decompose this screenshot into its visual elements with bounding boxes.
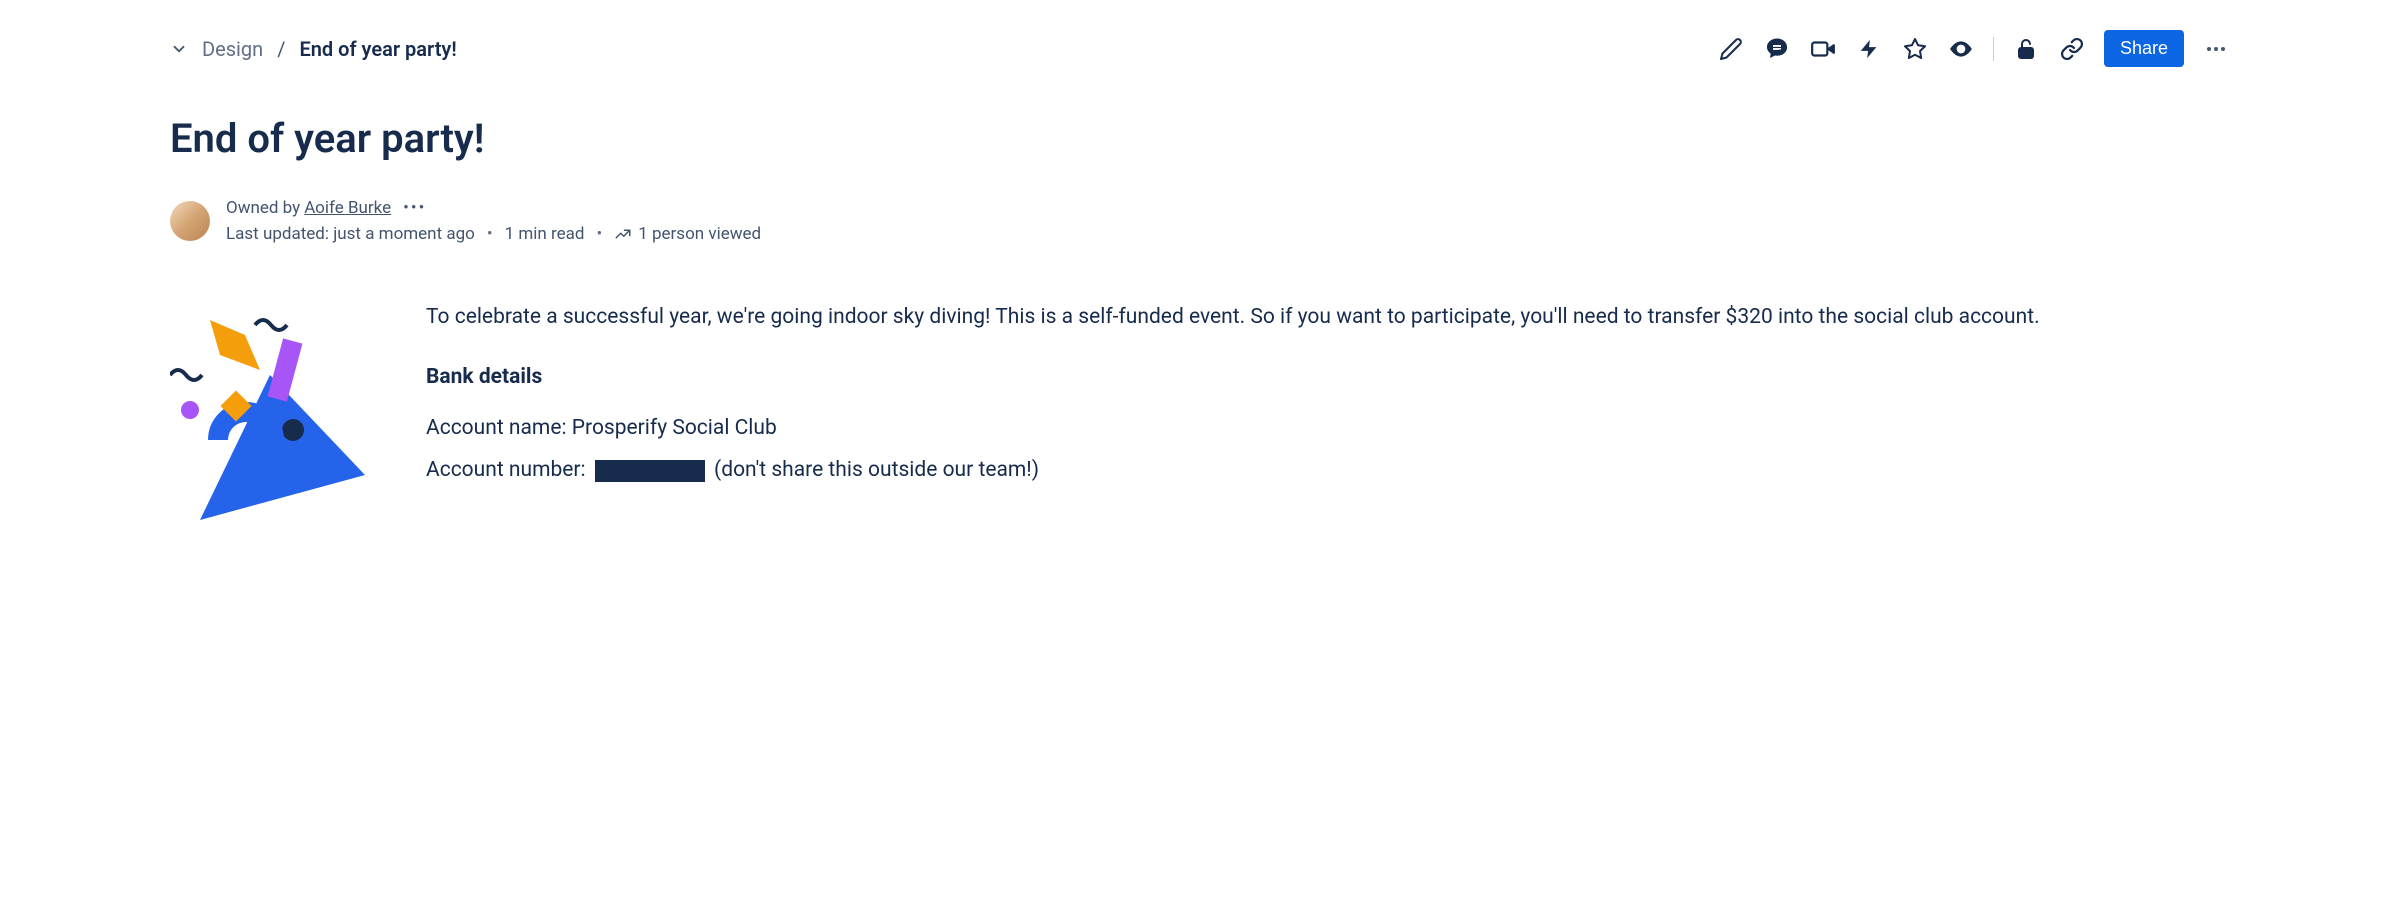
info-line: Last updated: just a moment ago • 1 min …	[226, 224, 761, 244]
page-body: To celebrate a successful year, we're go…	[426, 300, 2230, 495]
last-updated: Last updated: just a moment ago	[226, 224, 475, 244]
breadcrumb: Design / End of year party!	[170, 37, 457, 61]
top-bar: Design / End of year party! Share	[170, 30, 2230, 67]
comment-icon[interactable]	[1763, 35, 1791, 63]
views-text: 1 person viewed	[638, 224, 761, 244]
account-name-line: Account name: Prosperify Social Club	[426, 411, 2230, 447]
page-title: End of year party!	[170, 115, 2230, 162]
video-icon[interactable]	[1809, 35, 1837, 63]
bank-details-heading: Bank details	[426, 360, 2230, 396]
share-button[interactable]: Share	[2104, 30, 2184, 67]
owner-link[interactable]: Aoife Burke	[304, 198, 391, 218]
automation-icon[interactable]	[1855, 35, 1883, 63]
content-area: To celebrate a successful year, we're go…	[170, 300, 2230, 530]
separator-dot: •	[487, 224, 493, 244]
account-number-line: Account number: (don't share this outsid…	[426, 453, 2230, 489]
owned-by-prefix: Owned by	[226, 198, 300, 218]
account-name-value: Prosperify Social Club	[572, 416, 777, 440]
redacted-value	[595, 460, 705, 482]
breadcrumb-parent[interactable]: Design	[202, 37, 263, 61]
separator-dot: •	[596, 224, 602, 244]
breadcrumb-separator: /	[277, 37, 285, 61]
avatar[interactable]	[170, 201, 210, 241]
read-time: 1 min read	[505, 224, 585, 244]
edit-icon[interactable]	[1717, 35, 1745, 63]
account-number-label: Account number:	[426, 458, 591, 482]
more-icon[interactable]	[2202, 35, 2230, 63]
toolbar: Share	[1717, 30, 2230, 67]
analytics-icon	[614, 225, 632, 243]
watch-icon[interactable]	[1947, 35, 1975, 63]
account-name-label: Account name:	[426, 416, 572, 440]
restrictions-icon[interactable]	[2012, 35, 2040, 63]
party-popper-icon	[170, 300, 390, 530]
star-icon[interactable]	[1901, 35, 1929, 63]
owned-by-line: Owned by Aoife Burke •••	[226, 198, 761, 218]
chevron-down-icon[interactable]	[170, 40, 188, 58]
breadcrumb-current[interactable]: End of year party!	[299, 37, 456, 61]
owner-more-icon[interactable]: •••	[403, 198, 426, 218]
toolbar-divider	[1993, 37, 1994, 61]
views-stat[interactable]: 1 person viewed	[614, 224, 761, 244]
account-number-note: (don't share this outside our team!)	[709, 458, 1039, 482]
intro-paragraph: To celebrate a successful year, we're go…	[426, 300, 2230, 336]
meta-row: Owned by Aoife Burke ••• Last updated: j…	[170, 198, 2230, 244]
link-icon[interactable]	[2058, 35, 2086, 63]
